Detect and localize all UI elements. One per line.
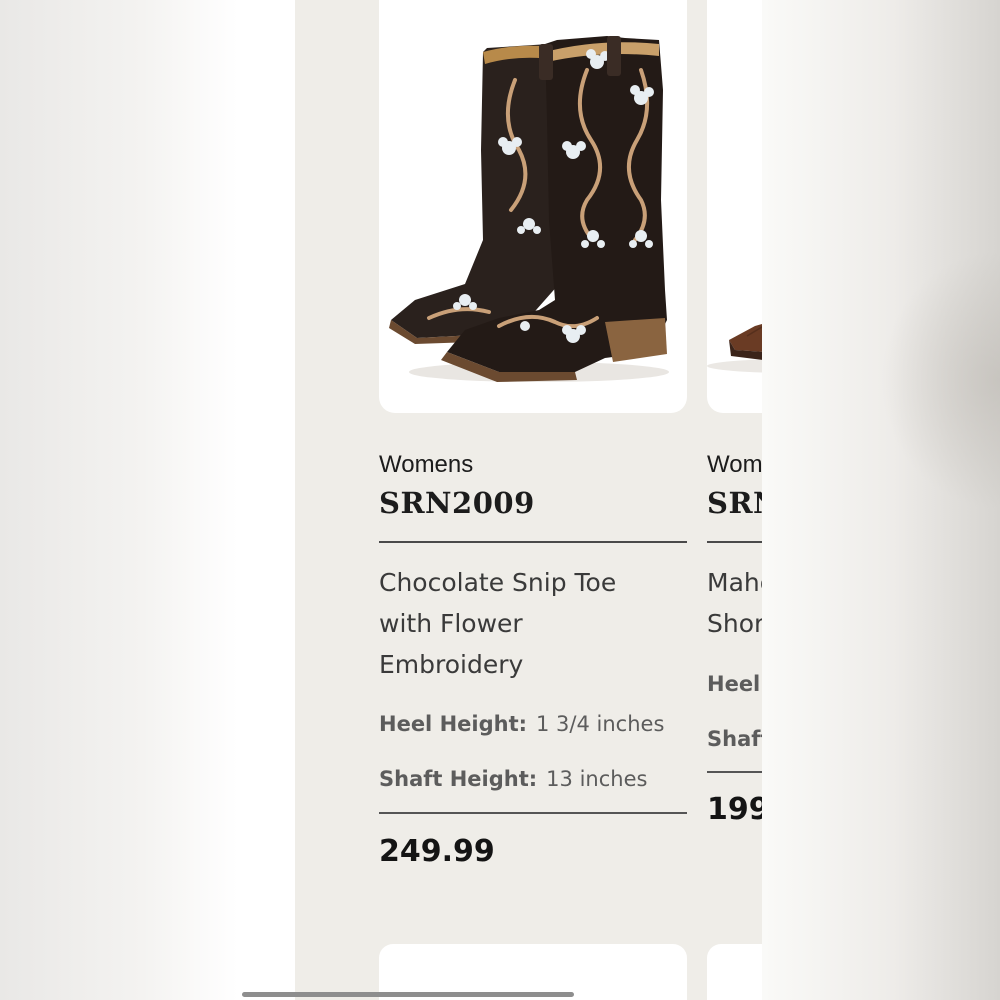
embroidered-cowboy-boots-image <box>389 36 669 382</box>
spec-value: 13 inches <box>546 767 648 791</box>
phone-screen[interactable]: Womens SRN2009 Chocolate Snip Toe with F… <box>238 0 762 1000</box>
divider <box>379 541 687 543</box>
description-line: with Flower <box>379 609 523 638</box>
spec-shaft-height: Shaft Height: 13 inches <box>379 767 647 791</box>
product-price: 249.99 <box>379 834 495 869</box>
blurred-backdrop-left <box>0 0 238 1000</box>
description-line: Shortie <box>707 609 762 638</box>
spec-heel-height: Heel Heig <box>707 672 762 696</box>
spec-value: 1 3/4 inches <box>536 712 665 736</box>
description-line: Mahogar <box>707 568 762 597</box>
spec-label: Heel Height: <box>379 712 528 736</box>
description-line: Chocolate Snip Toe <box>379 568 617 597</box>
spec-label: Shaft Height: <box>379 767 538 791</box>
blurred-backdrop-right <box>762 0 1000 1000</box>
product-model-number[interactable]: SRN100 <box>707 486 762 520</box>
spec-label: Shaft Heig <box>707 727 762 751</box>
product-grid[interactable]: Womens SRN2009 Chocolate Snip Toe with F… <box>295 0 762 1000</box>
mahogany-shortie-boot-image <box>707 324 762 373</box>
product-image[interactable] <box>379 0 687 413</box>
product-card-next[interactable] <box>707 944 762 1000</box>
divider <box>707 541 762 543</box>
divider <box>379 812 687 814</box>
product-description[interactable]: Mahogar Shortie <box>707 562 762 644</box>
divider <box>707 771 762 773</box>
home-indicator[interactable] <box>242 992 574 997</box>
product-price: 199.99 <box>707 792 762 827</box>
spec-shaft-height: Shaft Heig <box>707 727 762 751</box>
description-line: Embroidery <box>379 650 524 679</box>
spec-label: Heel Heig <box>707 672 762 696</box>
product-description[interactable]: Chocolate Snip Toe with Flower Embroider… <box>379 562 679 685</box>
product-category: Womens <box>707 451 762 478</box>
product-image[interactable] <box>707 0 762 413</box>
spec-heel-height: Heel Height: 1 3/4 inches <box>379 712 664 736</box>
product-model-number[interactable]: SRN2009 <box>379 486 535 520</box>
product-category: Womens <box>379 451 474 478</box>
